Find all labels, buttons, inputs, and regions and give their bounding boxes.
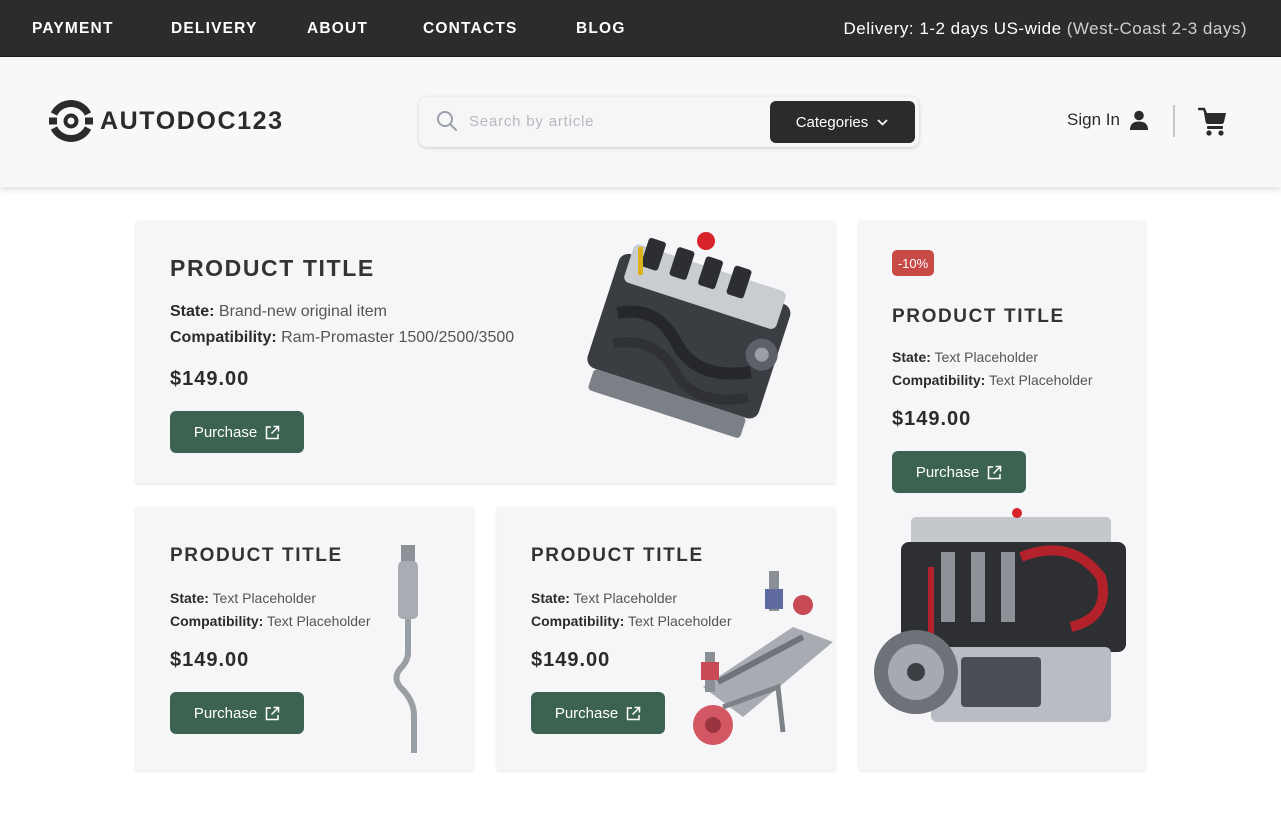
search-input[interactable] — [469, 107, 759, 135]
search-icon — [437, 111, 457, 131]
product-card: PRODUCT TITLE State: Text Placeholder Co… — [136, 507, 473, 770]
nav-contacts[interactable]: CONTACTS — [423, 20, 518, 38]
logo-text: AUTODOC123 — [100, 106, 284, 135]
product-state: State: Text Placeholder — [531, 590, 677, 606]
engine-image — [587, 232, 791, 438]
product-compatibility: Compatibility: Text Placeholder — [170, 613, 371, 629]
delivery-main: Delivery: 1-2 days US-wide — [843, 19, 1062, 38]
delivery-info: Delivery: 1-2 days US-wide (West-Coast 2… — [844, 19, 1247, 39]
purchase-label: Purchase — [915, 463, 980, 481]
product-title: PRODUCT TITLE — [531, 545, 704, 566]
product-state: State: Brand-new original item — [170, 303, 387, 321]
state-value: Text Placeholder — [212, 590, 317, 606]
product-card: PRODUCT TITLE State: Brand-new original … — [136, 221, 835, 483]
compatibility-label: Compatibility: — [892, 372, 986, 388]
state-value: Brand-new original item — [218, 303, 387, 320]
nav-delivery[interactable]: DELIVERY — [171, 20, 258, 38]
compatibility-label: Compatibility: — [531, 613, 625, 629]
cart-icon[interactable] — [1198, 105, 1228, 137]
categories-button[interactable]: Categories — [770, 101, 915, 143]
logo[interactable]: AUTODOC123 — [49, 98, 284, 144]
state-label: State: — [170, 303, 215, 320]
nav-about[interactable]: ABOUT — [307, 20, 368, 38]
purchase-label: Purchase — [193, 704, 258, 722]
chevron-down-icon — [877, 118, 888, 126]
top-bar: PAYMENT DELIVERY ABOUT CONTACTS BLOG Del… — [0, 0, 1281, 57]
engine-cutaway-image — [874, 508, 1126, 722]
state-value: Text Placeholder — [934, 349, 1039, 365]
search-bar: Categories — [419, 97, 919, 147]
sign-in-link[interactable]: Sign In — [1067, 109, 1150, 131]
categories-label: Categories — [795, 113, 869, 131]
nav-blog[interactable]: BLOG — [576, 20, 626, 38]
purchase-button[interactable]: Purchase — [531, 692, 665, 734]
product-state: State: Text Placeholder — [170, 590, 316, 606]
compatibility-label: Compatibility: — [170, 613, 264, 629]
compatibility-label: Compatibility: — [170, 329, 277, 346]
external-link-icon — [265, 425, 280, 439]
product-title: PRODUCT TITLE — [170, 545, 343, 566]
purchase-button[interactable]: Purchase — [170, 692, 304, 734]
product-compatibility: Compatibility: Ram-Promaster 1500/2500/3… — [170, 329, 514, 347]
exhaust-pipe-image — [393, 545, 418, 753]
logo-mark-icon — [49, 100, 93, 142]
product-card: PRODUCT TITLE State: Text Placeholder Co… — [497, 507, 835, 770]
purchase-label: Purchase — [554, 704, 619, 722]
compatibility-value: Ram-Promaster 1500/2500/3500 — [281, 329, 515, 346]
product-title: PRODUCT TITLE — [892, 306, 1065, 327]
external-link-icon — [987, 465, 1002, 479]
header-divider — [1173, 105, 1175, 137]
suspension-image — [693, 571, 833, 745]
compatibility-value: Text Placeholder — [988, 372, 1093, 388]
nav-payment[interactable]: PAYMENT — [32, 20, 114, 38]
product-state: State: Text Placeholder — [892, 349, 1038, 365]
compatibility-value: Text Placeholder — [266, 613, 371, 629]
product-price: $149.00 — [170, 368, 250, 390]
state-label: State: — [892, 349, 931, 365]
state-label: State: — [170, 590, 209, 606]
site-header: AUTODOC123 Categories Sign In — [0, 57, 1281, 187]
sign-in-label: Sign In — [1067, 110, 1120, 129]
product-compatibility: Compatibility: Text Placeholder — [892, 372, 1093, 388]
state-label: State: — [531, 590, 570, 606]
delivery-note: (West-Coast 2-3 days) — [1066, 19, 1247, 38]
external-link-icon — [265, 706, 280, 720]
product-price: $149.00 — [531, 649, 611, 671]
purchase-button[interactable]: Purchase — [170, 411, 304, 453]
external-link-icon — [626, 706, 641, 720]
purchase-label: Purchase — [193, 423, 258, 441]
product-title: PRODUCT TITLE — [170, 255, 375, 281]
discount-badge: -10% — [892, 250, 934, 276]
user-icon — [1129, 110, 1148, 130]
product-price: $149.00 — [170, 649, 250, 671]
product-card: -10% PRODUCT TITLE State: Text Placehold… — [859, 221, 1145, 770]
purchase-button[interactable]: Purchase — [892, 451, 1026, 493]
product-price: $149.00 — [892, 408, 972, 430]
state-value: Text Placeholder — [573, 590, 678, 606]
